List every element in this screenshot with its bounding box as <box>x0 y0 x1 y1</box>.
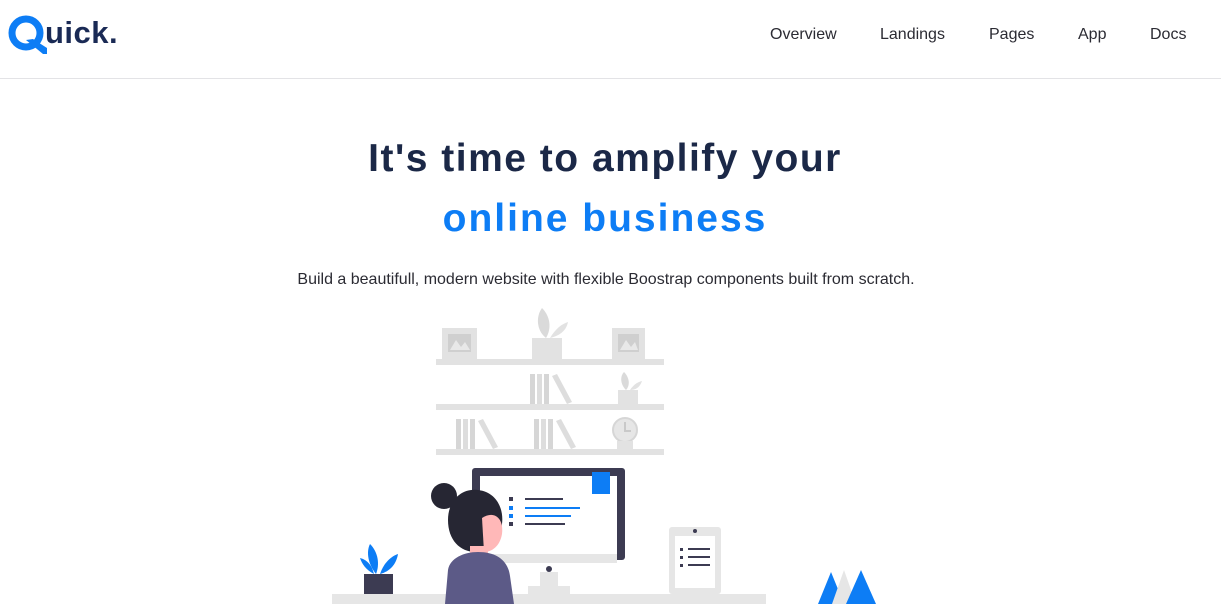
logo-q-icon <box>7 12 47 54</box>
nav-app[interactable]: App <box>1078 24 1106 46</box>
hero-title: It's time to amplify your <box>368 137 842 180</box>
nav-landings[interactable]: Landings <box>880 24 945 46</box>
hero-subtitle: Build a beautifull, modern website with … <box>297 271 915 288</box>
nav-overview[interactable]: Overview <box>770 24 837 46</box>
hero-title-highlight: online business <box>442 197 768 240</box>
top-navbar: uick. Overview Landings Pages App Docs <box>0 0 1221 79</box>
nav-pages[interactable]: Pages <box>989 24 1034 46</box>
woman-at-desk-illustration <box>300 300 900 609</box>
logo-text: uick. <box>45 15 119 50</box>
nav-docs[interactable]: Docs <box>1150 24 1186 46</box>
brand-logo[interactable]: uick. <box>7 10 118 54</box>
